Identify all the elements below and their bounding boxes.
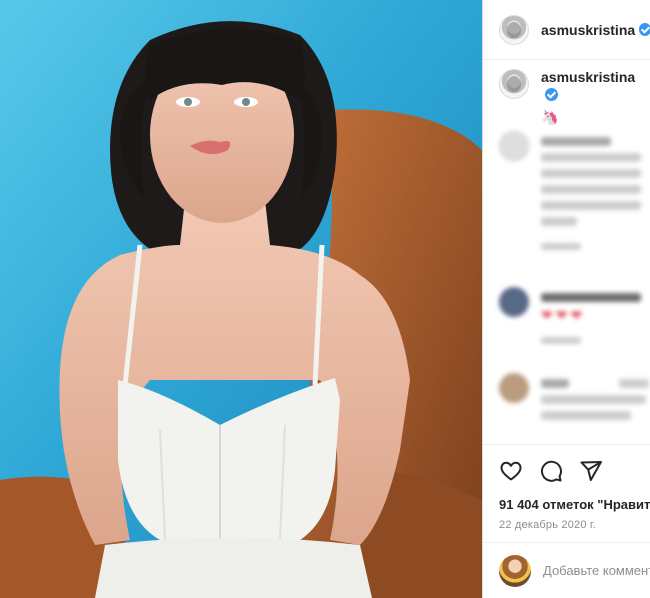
- caption-author-avatar[interactable]: [499, 69, 529, 99]
- post-header: asmuskristina: [483, 0, 650, 60]
- comment-bubble-icon[interactable]: [539, 459, 563, 483]
- author-username[interactable]: asmuskristina: [541, 22, 635, 38]
- like-heart-icon[interactable]: [499, 459, 523, 483]
- verified-badge-icon: [639, 23, 650, 36]
- post-photo[interactable]: [0, 0, 482, 598]
- commenter-avatar[interactable]: [499, 373, 529, 403]
- add-comment-bar: [483, 542, 650, 598]
- share-paper-plane-icon[interactable]: [579, 459, 603, 483]
- comments-section[interactable]: asmuskristina 🦄 ❤❤❤: [483, 61, 650, 443]
- commenter-avatar[interactable]: [499, 287, 529, 317]
- current-user-avatar: [499, 554, 531, 587]
- post-date[interactable]: 22 декабрь 2020 г.: [499, 519, 596, 531]
- comment-item: [499, 131, 649, 256]
- post-side-panel: asmuskristina asmuskristina 🦄 ❤❤❤ 91 404…: [482, 0, 650, 598]
- likes-count[interactable]: 91 404 отметок "Нравится": [499, 497, 650, 512]
- commenter-avatar[interactable]: [499, 131, 529, 161]
- author-avatar[interactable]: [499, 14, 529, 45]
- caption-author-username[interactable]: asmuskristina: [541, 69, 635, 85]
- post-actions: 91 404 отметок "Нравится" 22 декабрь 202…: [483, 444, 650, 554]
- post-image: [0, 0, 482, 598]
- caption-text: 🦄: [541, 109, 559, 125]
- caption-verified-badge-icon: [545, 88, 558, 101]
- comment-item: ❤❤❤: [499, 287, 649, 347]
- caption: asmuskristina 🦄: [499, 69, 650, 126]
- comment-item: [499, 373, 649, 443]
- comment-input[interactable]: [543, 563, 650, 578]
- comment-text: ❤❤❤: [541, 307, 586, 323]
